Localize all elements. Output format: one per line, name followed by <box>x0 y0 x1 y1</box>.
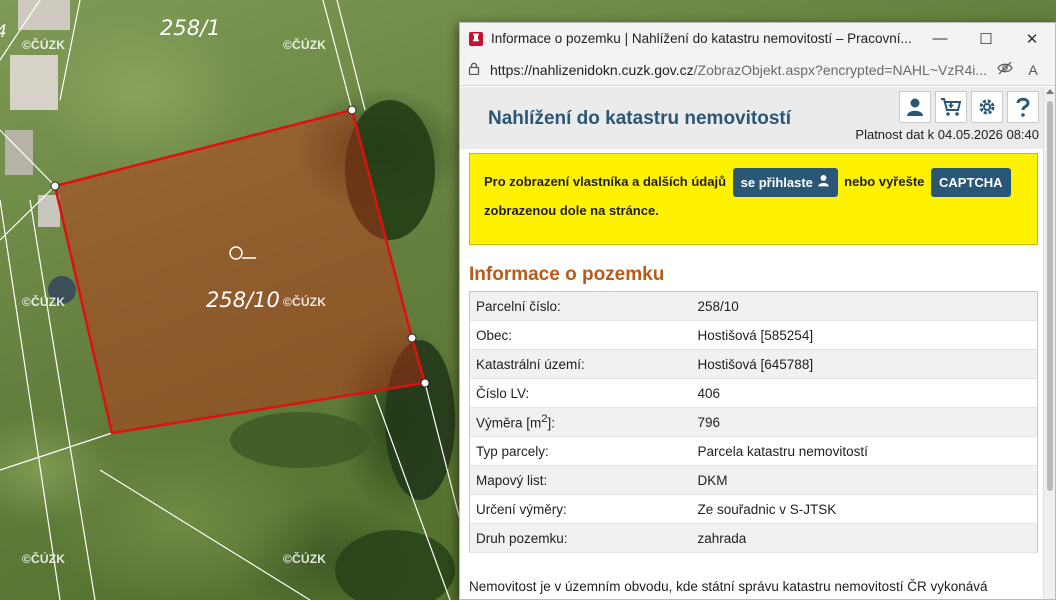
building-shape <box>10 55 58 110</box>
cuzk-watermark: ©ČÚZK <box>283 295 327 309</box>
row-label-text: Výměra [m <box>476 415 542 431</box>
parcel-label-edge: 4 <box>0 22 7 42</box>
table-row: Určení výměry: Ze souřadnic v S-JTSK <box>469 494 1038 524</box>
login-button-label: se přihlaste <box>740 175 813 191</box>
cuzk-favicon-icon: ♜ <box>469 31 483 46</box>
user-icon <box>817 175 829 187</box>
parcel-label-selected: 258/10 <box>206 288 280 312</box>
tracking-prevention-icon[interactable] <box>991 61 1019 78</box>
table-row: Číslo LV: 406 <box>469 378 1038 408</box>
maximize-button[interactable]: ☐ <box>963 23 1009 54</box>
table-row: Obec: Hostišová [585254] <box>469 320 1038 350</box>
territorial-office-text: Nemovitost je v územním obvodu, kde stát… <box>469 579 988 594</box>
data-validity-text: Platnost dat k 04.05.2026 08:40 <box>855 127 1039 142</box>
row-label: Katastrální území: <box>469 349 692 379</box>
row-label: Druh pozemku: <box>469 523 692 553</box>
url-text[interactable]: https://nahlizenidokn.cuzk.gov.cz/Zobraz… <box>490 62 991 78</box>
gear-icon[interactable] <box>971 91 1003 123</box>
cuzk-watermark: ©ČÚZK <box>22 552 66 566</box>
tree-cluster <box>230 412 370 468</box>
page-header: Nahlížení do katastru nemovitostí Platno… <box>460 87 1045 149</box>
row-value-link[interactable]: Hostišová [585254] <box>691 320 1038 350</box>
parcel-info-window[interactable]: ♜ Informace o pozemku | Nahlížení do kat… <box>459 22 1056 600</box>
page-content[interactable]: Nahlížení do katastru nemovitostí Platno… <box>460 87 1045 599</box>
row-label: Parcelní číslo: <box>469 291 692 321</box>
cuzk-watermark: ©ČÚZK <box>22 295 66 309</box>
window-title: Informace o pozemku | Nahlížení do katas… <box>491 31 912 46</box>
cuzk-watermark: ©ČÚZK <box>283 552 327 566</box>
row-label: Obec: <box>469 320 692 350</box>
header-toolbar <box>899 91 1039 123</box>
notice-text: zobrazenou dole na stránce. <box>484 203 659 219</box>
row-label: Výměra [m2]: <box>469 407 692 437</box>
notice-text: Pro zobrazení vlastníka a dalších údajů <box>484 174 727 189</box>
login-notice-box: Pro zobrazení vlastníka a dalších údajů … <box>469 153 1038 245</box>
row-value-link[interactable]: 406 <box>691 378 1038 408</box>
row-label: Mapový list: <box>469 465 692 495</box>
user-icon[interactable] <box>899 91 931 123</box>
scroll-up-arrow-icon[interactable] <box>1046 89 1054 94</box>
address-bar[interactable]: https://nahlizenidokn.cuzk.gov.cz/Zobraz… <box>460 54 1055 86</box>
cuzk-watermark: ©ČÚZK <box>283 38 327 52</box>
row-value: Ze souřadnic v S-JTSK <box>691 494 1038 524</box>
table-row: Výměra [m2]: 796 <box>469 407 1038 437</box>
row-value: zahrada <box>691 523 1038 553</box>
cart-icon[interactable] <box>935 91 967 123</box>
table-row: Mapový list: DKM <box>469 465 1038 495</box>
row-label: Typ parcely: <box>469 436 692 466</box>
cuzk-watermark: ©ČÚZK <box>22 38 66 52</box>
captcha-button[interactable]: CAPTCHA <box>931 168 1011 198</box>
row-label-tail: ]: <box>547 415 556 431</box>
table-row: Katastrální území: Hostišová [645788] <box>469 349 1038 379</box>
row-value: DKM <box>691 465 1038 495</box>
site-title[interactable]: Nahlížení do katastru nemovitostí <box>488 108 791 130</box>
table-row: Typ parcely: Parcela katastru nemovitostí <box>469 436 1038 466</box>
row-value: 796 <box>691 407 1038 437</box>
table-row: Parcelní číslo: 258/10 <box>469 291 1038 321</box>
url-path: /ZobrazObjekt.aspx?encrypted=NAHL~VzR4i.… <box>693 61 988 78</box>
building-shape <box>18 0 70 30</box>
window-titlebar[interactable]: ♜ Informace o pozemku | Nahlížení do kat… <box>460 23 1055 54</box>
page-scrollbar[interactable] <box>1043 87 1055 599</box>
scrollbar-thumb[interactable] <box>1047 101 1053 491</box>
parcel-label-north: 258/1 <box>160 16 221 40</box>
minimize-button[interactable]: — <box>917 23 963 54</box>
building-shape <box>5 130 33 175</box>
read-aloud-icon[interactable]: A <box>1019 62 1047 78</box>
row-value: Parcela katastru nemovitostí <box>691 436 1038 466</box>
row-label: Určení výměry: <box>469 494 692 524</box>
url-host: https://nahlizenidokn.cuzk.gov.cz <box>490 61 694 78</box>
section-title: Informace o pozemku <box>469 264 665 285</box>
table-row: Druh pozemku: zahrada <box>469 523 1038 553</box>
row-value: 258/10 <box>691 291 1038 321</box>
notice-text: nebo vyřešte <box>844 174 925 189</box>
parcel-info-table: Parcelní číslo: 258/10 Obec: Hostišová [58… <box>469 291 1038 553</box>
close-button[interactable]: ✕ <box>1009 23 1055 54</box>
help-icon[interactable] <box>1007 91 1039 123</box>
login-button[interactable]: se přihlaste <box>732 168 838 198</box>
lock-icon[interactable] <box>468 62 490 78</box>
row-label: Číslo LV: <box>469 378 692 408</box>
row-value-link[interactable]: Hostišová [645788] <box>691 349 1038 379</box>
